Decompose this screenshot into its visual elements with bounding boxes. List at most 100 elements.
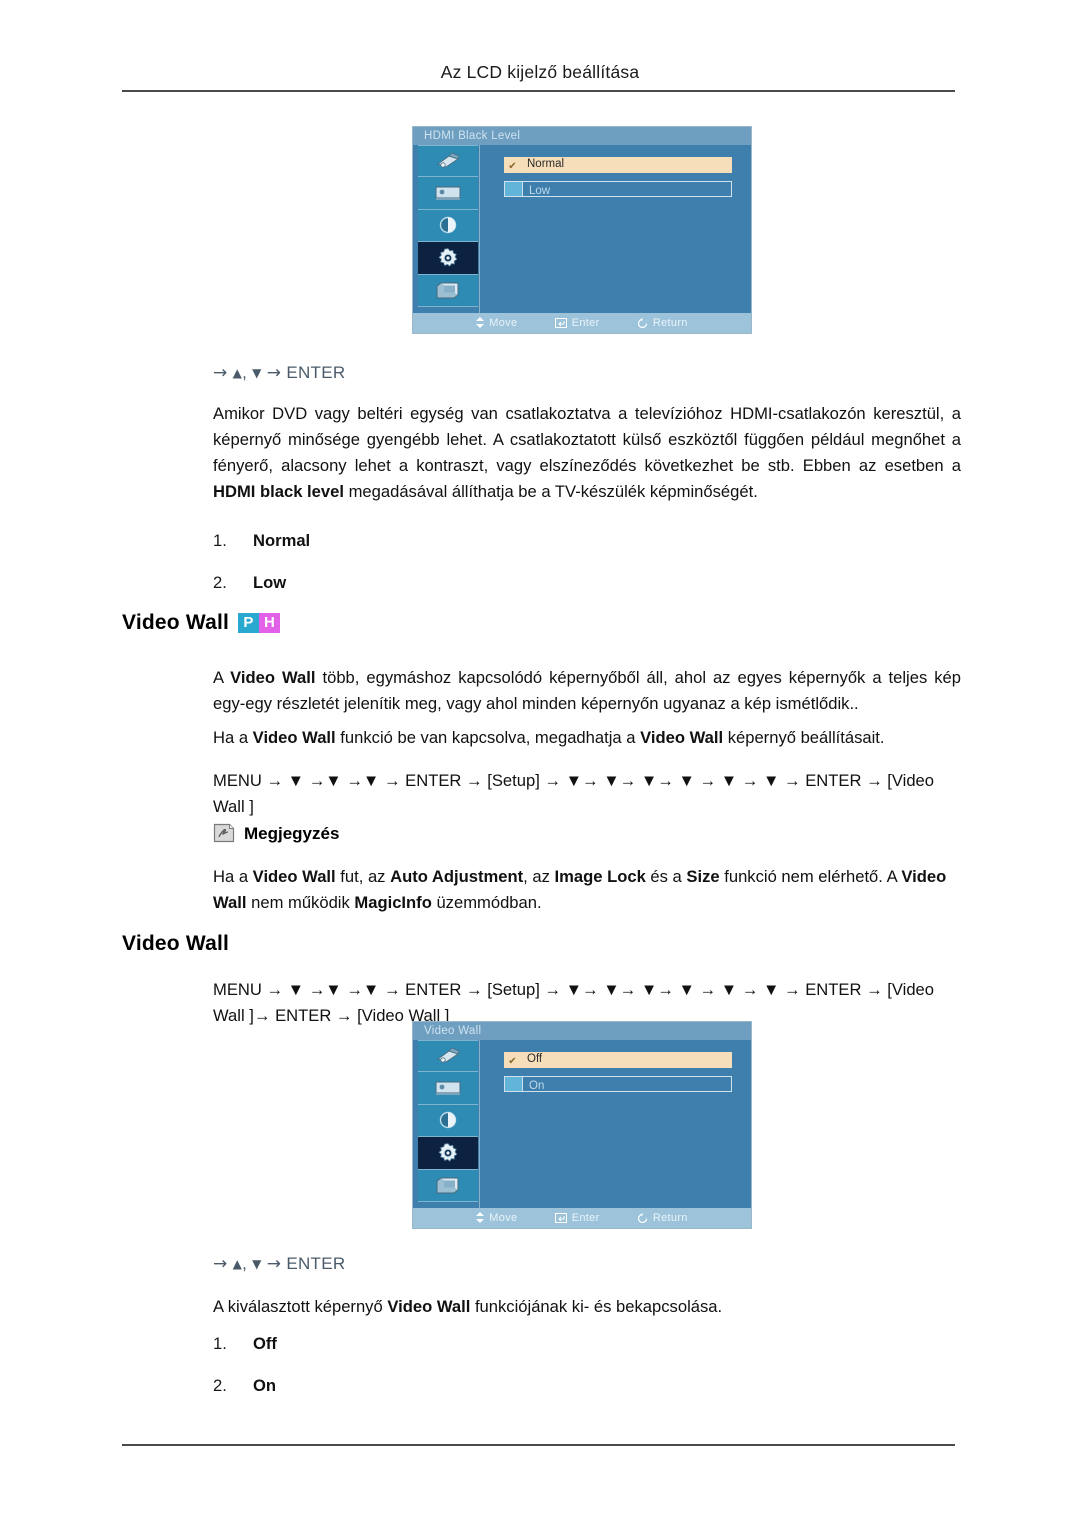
arrow-up-icon: ▲	[232, 366, 243, 380]
note-term3: Image Lock	[554, 867, 646, 886]
note-term2: Auto Adjustment	[390, 867, 524, 886]
nav-enter-label: ENTER	[286, 1254, 346, 1273]
note-hand-icon	[213, 823, 235, 843]
note-e: , az	[523, 867, 555, 886]
note-k: nem működik	[246, 893, 355, 912]
section-heading-label: Video Wall	[122, 611, 230, 634]
updown-arrow-icon	[476, 315, 485, 333]
input-source-icon[interactable]	[418, 1040, 478, 1073]
sound-icon[interactable]	[418, 209, 478, 243]
osd-option-on[interactable]: On	[504, 1076, 732, 1092]
list-item-value: Low	[253, 573, 287, 592]
nav-hint-video-wall: → ▲, ▼ → ENTER	[213, 1251, 345, 1277]
footer-rule	[122, 1444, 955, 1446]
list-item-value: Off	[253, 1334, 277, 1353]
vw-p1-term: Video Wall	[230, 668, 316, 687]
nav-enter-label: ENTER	[286, 363, 346, 382]
option-swatch-icon	[505, 1077, 523, 1091]
list-item: 2. On	[213, 1376, 277, 1418]
note-g: és a	[645, 867, 687, 886]
osd-enter-label: Enter	[571, 317, 600, 329]
input-source-icon[interactable]	[418, 145, 478, 178]
vw-p1-a: A	[213, 668, 231, 687]
arrow-up-icon: ▲	[232, 1257, 243, 1271]
note-i: funkció nem elérhető. A	[719, 867, 902, 886]
updown-arrow-icon	[476, 1210, 485, 1228]
vw-p2-e: képernyő beállításait.	[723, 728, 885, 747]
vw-sub-a: A kiválasztott képernyő	[213, 1297, 388, 1316]
list-item-number: 2.	[213, 573, 227, 592]
osd-enter-hint: Enter	[554, 317, 603, 329]
enter-key-icon	[554, 1210, 567, 1228]
checkmark-icon: ✔	[508, 1056, 517, 1067]
osd-screenshot-video-wall: Video Wall ✔ Off On Move Enter Return	[412, 1021, 752, 1229]
multi-control-icon[interactable]	[418, 274, 478, 307]
note-a: Ha a	[213, 867, 253, 886]
osd-title: HDMI Black Level	[413, 127, 751, 145]
checkmark-icon: ✔	[508, 161, 517, 172]
nav-comma: ,	[242, 1254, 248, 1273]
list-item: 1. Normal	[213, 531, 310, 573]
osd-content: ✔ Off On	[479, 1040, 751, 1208]
video-wall-note-text: Ha a Video Wall fut, az Auto Adjustment,…	[213, 864, 961, 916]
sound-icon[interactable]	[418, 1104, 478, 1138]
osd-option-low[interactable]: Low	[504, 181, 732, 197]
return-arrow-icon	[637, 1210, 648, 1228]
osd-option-label: Normal	[527, 158, 565, 170]
paragraph-text-part1: Amikor DVD vagy beltéri egység van csatl…	[213, 404, 961, 475]
osd-content: ✔ Normal Low	[479, 145, 751, 313]
osd-enter-hint: Enter	[554, 1212, 603, 1224]
osd-sidebar	[418, 1040, 478, 1202]
option-swatch-icon	[505, 182, 523, 196]
arrow-right-icon-2: →	[266, 363, 282, 383]
video-wall-paragraph-2: Ha a Video Wall funkció be van kapcsolva…	[213, 725, 961, 751]
running-head: Az LCD kijelző beállítása	[440, 62, 640, 82]
note-term4: Size	[686, 867, 720, 886]
picture-icon[interactable]	[418, 177, 478, 210]
osd-sidebar	[418, 145, 478, 307]
osd-status-bar: Move Enter Return	[413, 313, 751, 333]
osd-enter-label: Enter	[571, 1212, 600, 1224]
nav-hint-hdmi: → ▲, ▼ → ENTER	[213, 360, 345, 386]
list-item: 2. Low	[213, 573, 310, 615]
osd-move-label: Move	[489, 317, 518, 329]
video-wall-menu-path: MENU → ▼ →▼ →▼ → ENTER → [Setup] → ▼→ ▼→…	[213, 771, 935, 816]
page-title-video-wall: Video Wall P H	[122, 611, 281, 635]
enter-key-icon	[554, 315, 567, 333]
osd-status-bar: Move Enter Return	[413, 1208, 751, 1228]
video-wall-sub-description: A kiválasztott képernyő Video Wall funkc…	[213, 1294, 961, 1320]
osd-return-label: Return	[652, 317, 688, 329]
list-item-number: 2.	[213, 1376, 227, 1395]
setup-gear-icon[interactable]	[418, 242, 478, 275]
setup-gear-icon[interactable]	[418, 1137, 478, 1170]
arrow-right-icon-2: →	[266, 1254, 282, 1274]
osd-move-hint: Move	[476, 1212, 520, 1224]
return-arrow-icon	[637, 315, 648, 333]
osd-option-label: Off	[527, 1053, 543, 1065]
vw-sub-term: Video Wall	[387, 1297, 471, 1316]
osd-return-hint: Return	[637, 317, 688, 329]
note-label: Megjegyzés	[244, 824, 340, 843]
note-c: fut, az	[335, 867, 391, 886]
multi-control-icon[interactable]	[418, 1169, 478, 1202]
vw-p2-a: Ha a	[213, 728, 253, 747]
note-m: üzemmódban.	[431, 893, 542, 912]
badge-p-icon: P	[238, 613, 260, 633]
vw-sub-c: funkciójának ki- és bekapcsolása.	[470, 1297, 723, 1316]
vw-p2-term1: Video Wall	[252, 728, 336, 747]
osd-option-label: On	[529, 1080, 545, 1092]
arrow-right-icon: →	[213, 1254, 228, 1274]
osd-option-off[interactable]: ✔ Off	[504, 1052, 732, 1068]
picture-icon[interactable]	[418, 1072, 478, 1105]
osd-title: Video Wall	[413, 1022, 751, 1040]
paragraph-bold-term: HDMI black level	[213, 482, 344, 501]
hdmi-description-paragraph: Amikor DVD vagy beltéri egység van csatl…	[213, 401, 961, 505]
video-wall-paragraph-1: A Video Wall több, egymáshoz kapcsolódó …	[213, 665, 961, 717]
osd-option-normal[interactable]: ✔ Normal	[504, 157, 732, 173]
video-wall-option-list: 1. Off 2. On	[213, 1334, 277, 1418]
list-item-number: 1.	[213, 1334, 227, 1353]
note-heading: Megjegyzés	[213, 823, 339, 844]
list-item-value: Normal	[253, 531, 311, 550]
arrow-down-icon: ▼	[252, 366, 262, 380]
vw-p2-c: funkció be van kapcsolva, megadhatja a	[335, 728, 641, 747]
